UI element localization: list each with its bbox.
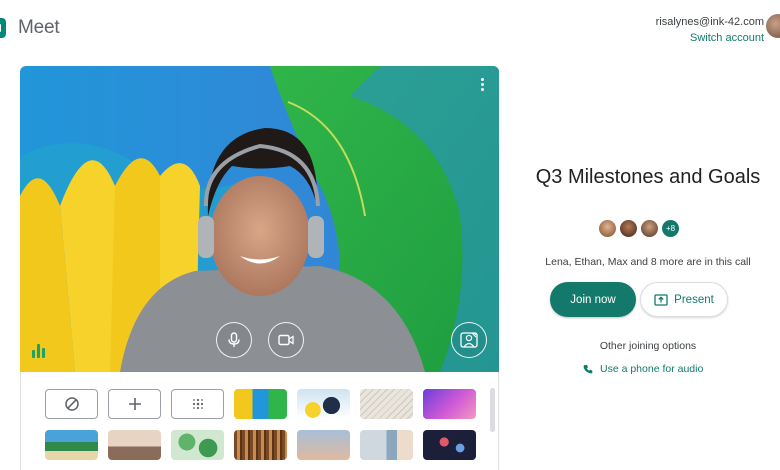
participant-avatar xyxy=(620,220,637,237)
background-effects-icon xyxy=(460,332,478,348)
background-effects-panel xyxy=(20,372,499,470)
present-screen-icon xyxy=(654,293,668,306)
phone-audio-link[interactable]: Use a phone for audio xyxy=(583,363,703,375)
effect-bg-library[interactable] xyxy=(234,430,287,460)
effect-bg-circles[interactable] xyxy=(297,389,350,419)
effect-none-button[interactable] xyxy=(45,389,98,419)
effect-bg-paint[interactable] xyxy=(234,389,287,419)
camera-icon xyxy=(278,334,294,346)
video-preview xyxy=(20,66,499,372)
effect-blur-button[interactable] xyxy=(108,389,161,419)
present-label: Present xyxy=(674,293,714,306)
audio-level-icon xyxy=(32,344,45,358)
effect-bg-purple[interactable] xyxy=(423,389,476,419)
more-options-button[interactable] xyxy=(479,78,485,94)
effect-bg-street[interactable] xyxy=(360,430,413,460)
blur-dots-icon xyxy=(192,398,203,410)
mic-toggle-button[interactable] xyxy=(216,322,252,358)
effects-scrollbar[interactable] xyxy=(490,388,495,432)
participant-avatar xyxy=(599,220,616,237)
effect-bg-city[interactable] xyxy=(108,430,161,460)
camera-toggle-button[interactable] xyxy=(268,322,304,358)
join-panel: Q3 Milestones and Goals +8 Lena, Ethan, … xyxy=(520,0,776,470)
effect-bg-sketch[interactable] xyxy=(360,389,413,419)
effects-grid xyxy=(45,389,476,460)
background-effects-button[interactable] xyxy=(451,322,487,358)
phone-audio-label: Use a phone for audio xyxy=(600,363,704,375)
join-now-button[interactable]: Join now xyxy=(550,282,636,317)
camera-preview-image xyxy=(20,66,499,372)
effect-bg-beach[interactable] xyxy=(45,430,98,460)
participant-avatar xyxy=(641,220,658,237)
present-button[interactable]: Present xyxy=(640,282,728,317)
meet-logo-icon xyxy=(0,14,12,42)
other-joining-options-label: Other joining options xyxy=(599,340,697,352)
phone-icon xyxy=(583,365,593,374)
effect-bg-fireworks[interactable] xyxy=(423,430,476,460)
effect-bg-leaves[interactable] xyxy=(171,430,224,460)
meeting-title: Q3 Milestones and Goals xyxy=(535,166,761,188)
effect-slight-blur-button[interactable] xyxy=(171,389,224,419)
participant-avatars: +8 xyxy=(599,220,679,237)
effect-bg-sunset[interactable] xyxy=(297,430,350,460)
plus-icon xyxy=(128,398,141,410)
app-name: Meet xyxy=(18,17,60,38)
meet-logo[interactable]: Meet xyxy=(0,14,60,42)
in-call-text: Lena, Ethan, Max and 8 more are in this … xyxy=(545,256,751,268)
participant-count-badge: +8 xyxy=(662,220,679,237)
mic-icon xyxy=(228,332,240,347)
block-icon xyxy=(64,397,79,411)
